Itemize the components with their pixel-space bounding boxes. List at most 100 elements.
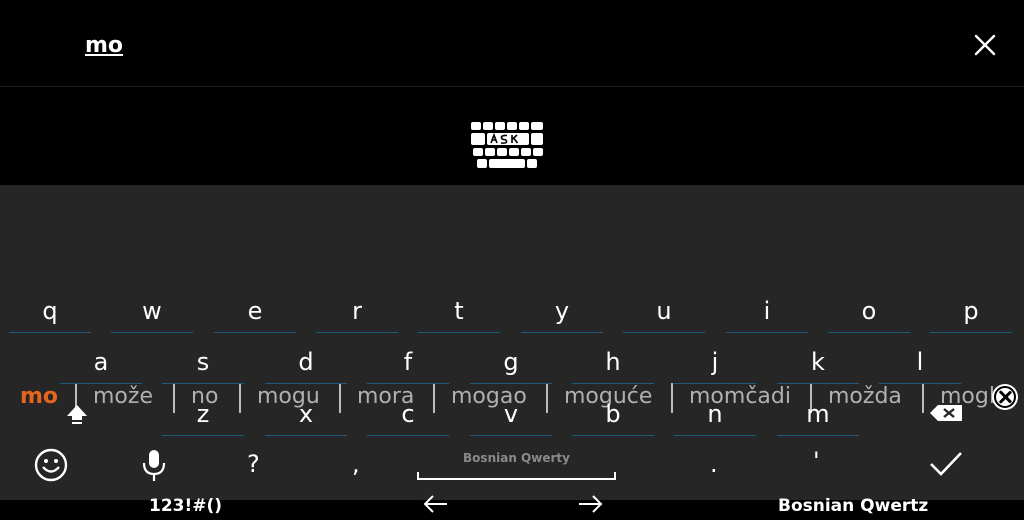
key-label: z <box>196 400 210 428</box>
key-n[interactable]: n <box>670 390 760 436</box>
key-label: r <box>352 297 362 325</box>
key-label: w <box>142 297 162 325</box>
key-s[interactable]: s <box>158 338 248 384</box>
key-underline <box>265 435 347 436</box>
key-label: f <box>403 348 413 376</box>
key-underline <box>777 435 859 436</box>
key-b[interactable]: b <box>568 390 658 436</box>
key-label: e <box>247 297 263 325</box>
language-key[interactable]: Bosnian Qwertz <box>778 496 928 516</box>
key-label: m <box>806 400 830 428</box>
key-h[interactable]: h <box>568 338 658 384</box>
symbols-key[interactable]: 123!#() <box>149 496 222 516</box>
key-label: . <box>710 450 718 478</box>
text-input-bar: mo <box>0 0 1024 87</box>
key-r[interactable]: r <box>312 287 402 333</box>
suggestion-bar: mo može no mogu mora mogao moguće momčad… <box>0 185 1024 413</box>
key-underline <box>521 332 603 333</box>
key-label: i <box>763 297 771 325</box>
key-y[interactable]: y <box>517 287 607 333</box>
key-label: p <box>963 297 979 325</box>
shift-key[interactable] <box>31 390 121 436</box>
backspace-icon <box>930 405 962 421</box>
key-m[interactable]: m <box>773 390 863 436</box>
key-p[interactable]: p <box>926 287 1016 333</box>
key-label: t <box>454 297 464 325</box>
emoji-icon <box>34 448 68 482</box>
key-label: , <box>352 450 360 478</box>
key-underline <box>572 383 654 384</box>
enter-key[interactable] <box>928 445 968 485</box>
key-underline <box>726 332 808 333</box>
key-label: x <box>298 400 314 428</box>
key-z[interactable]: z <box>158 390 248 436</box>
key-j[interactable]: j <box>670 338 760 384</box>
key-c[interactable]: c <box>363 390 453 436</box>
key-underline <box>111 332 193 333</box>
key-d[interactable]: d <box>261 338 351 384</box>
key-e[interactable]: e <box>210 287 300 333</box>
key-label: y <box>554 297 570 325</box>
key-underline <box>162 383 244 384</box>
key-underline <box>470 383 552 384</box>
key-l[interactable]: l <box>875 338 965 384</box>
key-label: d <box>298 348 314 376</box>
key-label: n <box>707 400 723 428</box>
key-t[interactable]: t <box>414 287 504 333</box>
key-underline <box>60 383 142 384</box>
comma-key[interactable]: , <box>352 445 372 485</box>
key-label: q <box>42 297 58 325</box>
key-underline <box>214 332 296 333</box>
space-bar-tick <box>614 472 616 480</box>
key-label: s <box>196 348 210 376</box>
key-v[interactable]: v <box>466 390 556 436</box>
key-label: u <box>656 297 672 325</box>
period-key[interactable]: . <box>710 445 730 485</box>
key-underline <box>828 332 910 333</box>
key-underline <box>674 383 756 384</box>
key-label: c <box>401 400 415 428</box>
key-label: h <box>605 348 621 376</box>
key-u[interactable]: u <box>619 287 709 333</box>
key-label: ' <box>813 447 820 475</box>
key-label: l <box>916 348 924 376</box>
microphone-key[interactable] <box>136 445 172 485</box>
shift-icon <box>67 405 87 424</box>
key-f[interactable]: f <box>363 338 453 384</box>
microphone-icon <box>142 450 166 481</box>
key-x[interactable]: x <box>261 390 351 436</box>
key-o[interactable]: o <box>824 287 914 333</box>
key-underline <box>572 435 654 436</box>
ask-keyboard-logo-icon <box>469 120 547 172</box>
key-label: v <box>503 400 519 428</box>
apostrophe-key[interactable]: ' <box>813 445 833 485</box>
key-underline <box>316 332 398 333</box>
key-k[interactable]: k <box>773 338 863 384</box>
question-key[interactable]: ? <box>247 445 267 485</box>
key-q[interactable]: q <box>5 287 95 333</box>
space-bar[interactable]: Bosnian Qwerty <box>417 446 616 480</box>
typed-text[interactable]: mo <box>85 33 123 58</box>
key-a[interactable]: a <box>56 338 146 384</box>
checkmark-icon <box>930 452 962 476</box>
key-underline <box>674 435 756 436</box>
space-bar-line <box>417 478 616 480</box>
key-i[interactable]: i <box>722 287 812 333</box>
key-underline <box>367 383 449 384</box>
key-label: o <box>861 297 877 325</box>
key-underline <box>9 332 91 333</box>
key-w[interactable]: w <box>107 287 197 333</box>
backspace-key[interactable] <box>900 390 990 436</box>
arrow-right-icon[interactable] <box>575 493 605 515</box>
emoji-key[interactable] <box>31 445 71 485</box>
close-circle-icon[interactable] <box>992 384 1018 410</box>
close-icon[interactable] <box>970 30 1000 60</box>
key-underline <box>930 332 1012 333</box>
key-g[interactable]: g <box>466 338 556 384</box>
key-underline <box>418 332 500 333</box>
key-underline <box>367 435 449 436</box>
arrow-left-icon[interactable] <box>421 493 451 515</box>
key-underline <box>265 383 347 384</box>
key-underline <box>879 383 961 384</box>
space-bar-tick <box>417 472 419 480</box>
